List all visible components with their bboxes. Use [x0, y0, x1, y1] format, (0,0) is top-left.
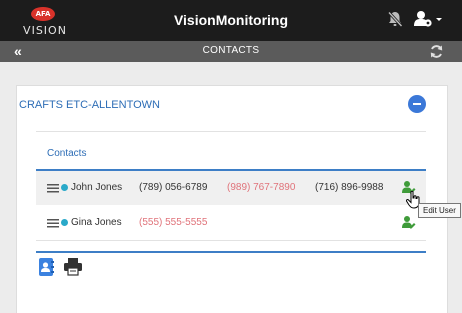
address-book-icon[interactable]: [38, 258, 54, 281]
collapse-button[interactable]: [408, 95, 426, 113]
account-name[interactable]: CRAFTS ETC-ALLENTOWN: [19, 99, 160, 111]
refresh-icon[interactable]: [429, 44, 444, 64]
page-title: CONTACTS: [202, 45, 260, 56]
user-gear-icon[interactable]: [414, 10, 444, 33]
contact-phone-tertiary: (716) 896-9988: [315, 182, 384, 193]
footer-rule: [36, 251, 426, 253]
status-dot: [61, 184, 68, 191]
divider: [36, 240, 426, 241]
divider: [36, 131, 426, 132]
edit-user-tooltip: Edit User: [418, 203, 461, 218]
status-dot: [61, 219, 68, 226]
contacts-section-title: Contacts: [47, 148, 87, 159]
printer-icon[interactable]: [64, 258, 82, 281]
drag-handle-icon[interactable]: [47, 184, 59, 196]
contact-phone-primary: (789) 056-6789: [139, 182, 208, 193]
contact-phone-secondary: (989) 767-7890: [227, 182, 296, 193]
table-row[interactable]: Gina Jones (555) 555-5555: [36, 206, 426, 240]
contact-name: Gina Jones: [71, 217, 122, 228]
user-edit-icon[interactable]: [402, 215, 416, 232]
sub-header: « CONTACTS: [0, 41, 462, 62]
bell-slash-icon[interactable]: [386, 10, 404, 33]
contact-name: John Jones: [71, 182, 123, 193]
contact-phone-primary: (555) 555-5555: [139, 217, 208, 228]
table-row[interactable]: John Jones (789) 056-6789 (989) 767-7890…: [36, 171, 426, 205]
app-header: AFA VISION VisionMonitoring: [0, 0, 462, 41]
drag-handle-icon[interactable]: [47, 219, 59, 231]
